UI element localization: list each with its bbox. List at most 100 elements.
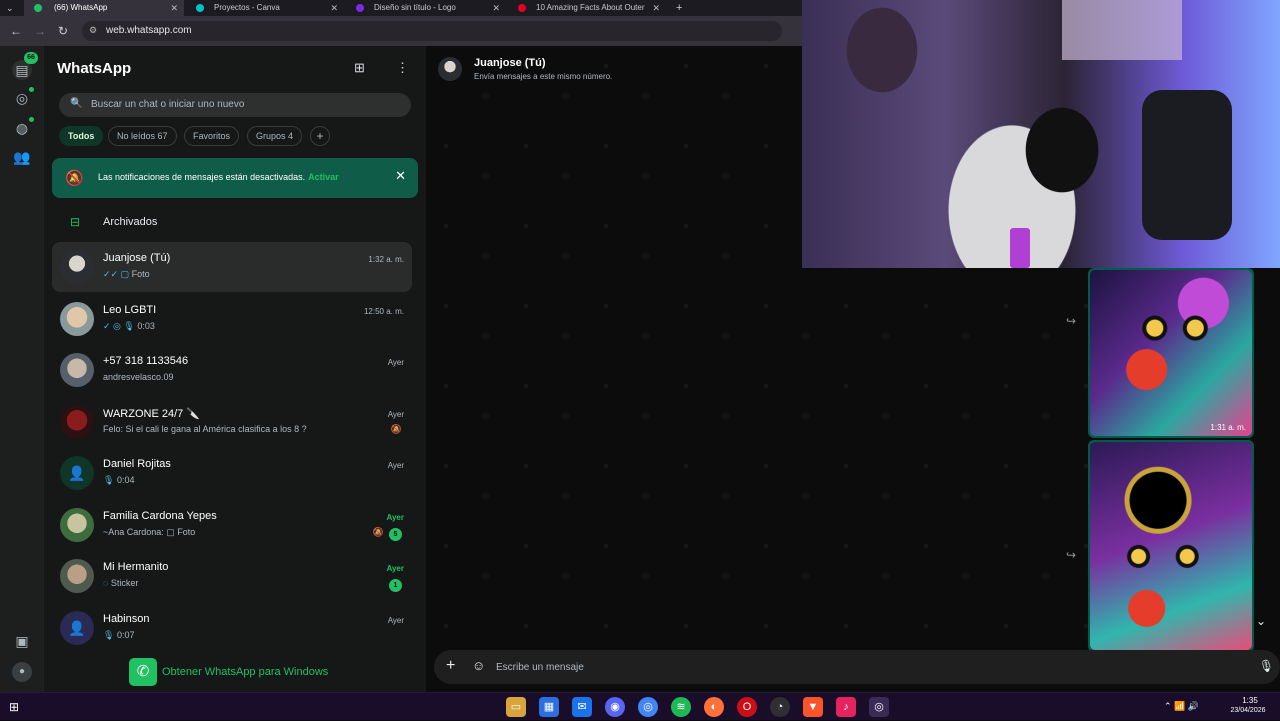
mail-icon[interactable]: ✉: [572, 697, 592, 717]
chat-preview-text: Felo: Si el cali le gana al América clas…: [103, 423, 307, 434]
channels-dot: [29, 117, 34, 122]
image-message[interactable]: [1088, 440, 1254, 652]
chrome-icon[interactable]: ◎: [638, 697, 658, 717]
cat-artwork-image: [1090, 270, 1252, 436]
obs-icon[interactable]: ◔: [770, 697, 790, 717]
chat-row[interactable]: Mi Hermanito ◌ Sticker Ayer 1: [52, 551, 412, 601]
file-explorer-icon[interactable]: ▭: [506, 697, 526, 717]
tab-title: 10 Amazing Facts About Outer: [536, 3, 645, 12]
canva-icon: [196, 4, 204, 12]
search-placeholder: Buscar un chat o iniciar uno nuevo: [91, 99, 245, 110]
system-tray: ⌃ 📶 🔊 1:35 23/04/2026: [1160, 693, 1280, 721]
tab-canva-logo[interactable]: Diseño sin título - Logo ✕: [344, 0, 506, 16]
chat-preview: andresvelasco.09: [103, 372, 174, 382]
attach-icon[interactable]: +: [446, 657, 455, 675]
avatar[interactable]: [60, 301, 94, 336]
reload-icon[interactable]: ↻: [58, 24, 68, 38]
notifications-banner: 🔕 Las notificaciones de mensajes están d…: [52, 158, 418, 198]
search-bar[interactable]: 🔍 Buscar un chat o iniciar uno nuevo: [59, 93, 411, 117]
app-title: WhatsApp: [57, 60, 132, 77]
chat-time: Ayer: [387, 409, 404, 419]
bell-off-icon: 🔕: [65, 170, 84, 187]
filter-groups[interactable]: Grupos 4: [247, 126, 303, 146]
close-tab-icon[interactable]: ✕: [492, 0, 500, 16]
chat-row[interactable]: 👤 Habinson 🎙 0:07 Ayer: [52, 603, 412, 653]
mic-icon[interactable]: 🎙: [1259, 659, 1274, 673]
avatar[interactable]: [60, 404, 94, 439]
opera-icon[interactable]: O: [737, 697, 757, 717]
chrome-canary-icon[interactable]: ◎: [869, 697, 889, 717]
close-tab-icon[interactable]: ✕: [652, 0, 660, 16]
avatar[interactable]: [60, 507, 94, 542]
add-filter-button[interactable]: +: [310, 126, 330, 146]
activate-link[interactable]: Activar: [308, 172, 339, 182]
url-text: web.whatsapp.com: [106, 25, 192, 36]
forward-icon[interactable]: ↪: [1066, 314, 1076, 328]
avatar[interactable]: [60, 353, 94, 387]
close-tab-icon[interactable]: ✕: [170, 0, 178, 16]
clock-time[interactable]: 1:35: [1228, 696, 1272, 705]
avatar[interactable]: [438, 57, 462, 81]
filter-unread[interactable]: No leídos 67: [108, 126, 177, 146]
tab-search-button[interactable]: ⌄: [6, 0, 14, 16]
tab-pinterest[interactable]: 10 Amazing Facts About Outer ✕: [506, 0, 666, 16]
chat-preview-text: ~Ana Cardona: ▢ Foto: [103, 526, 196, 537]
url-field[interactable]: ⚙ web.whatsapp.com: [82, 21, 782, 41]
forward-icon[interactable]: ↪: [1066, 548, 1076, 562]
chat-row[interactable]: WARZONE 24/7 🔪 Felo: Si el cali le gana a…: [52, 397, 412, 447]
menu-icon[interactable]: ⋮: [396, 60, 409, 76]
chat-row[interactable]: Juanjose (Tú) ✓✓ ▢ Foto 1:32 a. m.: [52, 242, 412, 292]
filter-all[interactable]: Todos: [59, 126, 104, 146]
profile-avatar[interactable]: ●: [12, 662, 32, 682]
firefox-icon[interactable]: ◐: [704, 697, 724, 717]
brave-icon[interactable]: ▼: [803, 697, 823, 717]
chat-subtitle: Envía mensajes a este mismo número.: [474, 72, 613, 81]
avatar[interactable]: 👤: [60, 456, 94, 490]
filter-label: Grupos: [256, 131, 286, 141]
close-icon[interactable]: ✕: [395, 168, 406, 184]
forward-icon[interactable]: →: [34, 24, 46, 38]
store-icon[interactable]: ▦: [539, 697, 559, 717]
message-status-icon: 🎙: [103, 475, 117, 485]
new-chat-icon[interactable]: ⊞: [354, 60, 365, 76]
avatar[interactable]: [60, 250, 94, 284]
archive-icon: ⊟: [70, 215, 81, 229]
tab-canva-projects[interactable]: Proyectos - Canva ✕: [184, 0, 344, 16]
close-tab-icon[interactable]: ✕: [330, 0, 338, 16]
back-icon[interactable]: ←: [10, 24, 22, 38]
filter-label: Favoritos: [193, 131, 231, 141]
windows-start-icon[interactable]: ⊞: [9, 700, 19, 714]
communities-icon[interactable]: 👥: [12, 147, 32, 167]
tab-title: Diseño sin título - Logo: [374, 3, 456, 12]
chat-preview: 🎙 0:07: [103, 630, 134, 641]
notification-text: Las notificaciones de mensajes están des…: [98, 172, 339, 182]
new-tab-button[interactable]: +: [676, 0, 682, 16]
avatar[interactable]: [60, 559, 94, 593]
chat-row[interactable]: +57 318 1133546 andresvelasco.09 Ayer: [52, 345, 412, 395]
clock-date[interactable]: 23/04/2026: [1222, 707, 1274, 714]
filter-label: No leídos: [117, 131, 156, 141]
archived-row[interactable]: ⊟ Archivados: [44, 206, 426, 238]
tray-icons[interactable]: ⌃ 📶 🔊: [1164, 701, 1199, 712]
site-info-icon[interactable]: ⚙: [89, 25, 97, 36]
media-icon[interactable]: ▣: [12, 631, 32, 651]
chat-name: Leo LGBTI: [103, 303, 157, 316]
chevron-down-icon[interactable]: ⌄: [1256, 614, 1276, 634]
filter-label: Todos: [68, 131, 95, 141]
message-input[interactable]: [496, 656, 1196, 678]
discord-icon[interactable]: ◉: [605, 697, 625, 717]
chat-row[interactable]: Familia Cardona Yepes ~Ana Cardona: ▢ Fot…: [52, 500, 412, 550]
unread-count-badge: 5: [389, 527, 402, 541]
chat-row[interactable]: 👤 Daniel Rojitas 🎙 0:04 Ayer: [52, 448, 412, 498]
image-message[interactable]: 1:31 a. m.: [1088, 268, 1254, 438]
chat-name: Mi Hermanito: [103, 561, 169, 573]
chat-header[interactable]: Juanjose (Tú) Envía mensajes a este mism…: [426, 46, 802, 94]
tiktok-icon[interactable]: ♪: [836, 697, 856, 717]
chat-preview-text: 0:04: [116, 475, 135, 485]
avatar[interactable]: 👤: [60, 610, 94, 645]
chat-row[interactable]: Leo LGBTI ✓ ◎ 🎙 0:03 12:50 a. m.: [52, 294, 412, 344]
spotify-icon[interactable]: ≋: [671, 697, 691, 717]
filter-favorites[interactable]: Favoritos: [184, 126, 240, 146]
emoji-icon[interactable]: ☺: [472, 658, 485, 673]
tab-whatsapp[interactable]: (66) WhatsApp ✕: [24, 0, 184, 16]
